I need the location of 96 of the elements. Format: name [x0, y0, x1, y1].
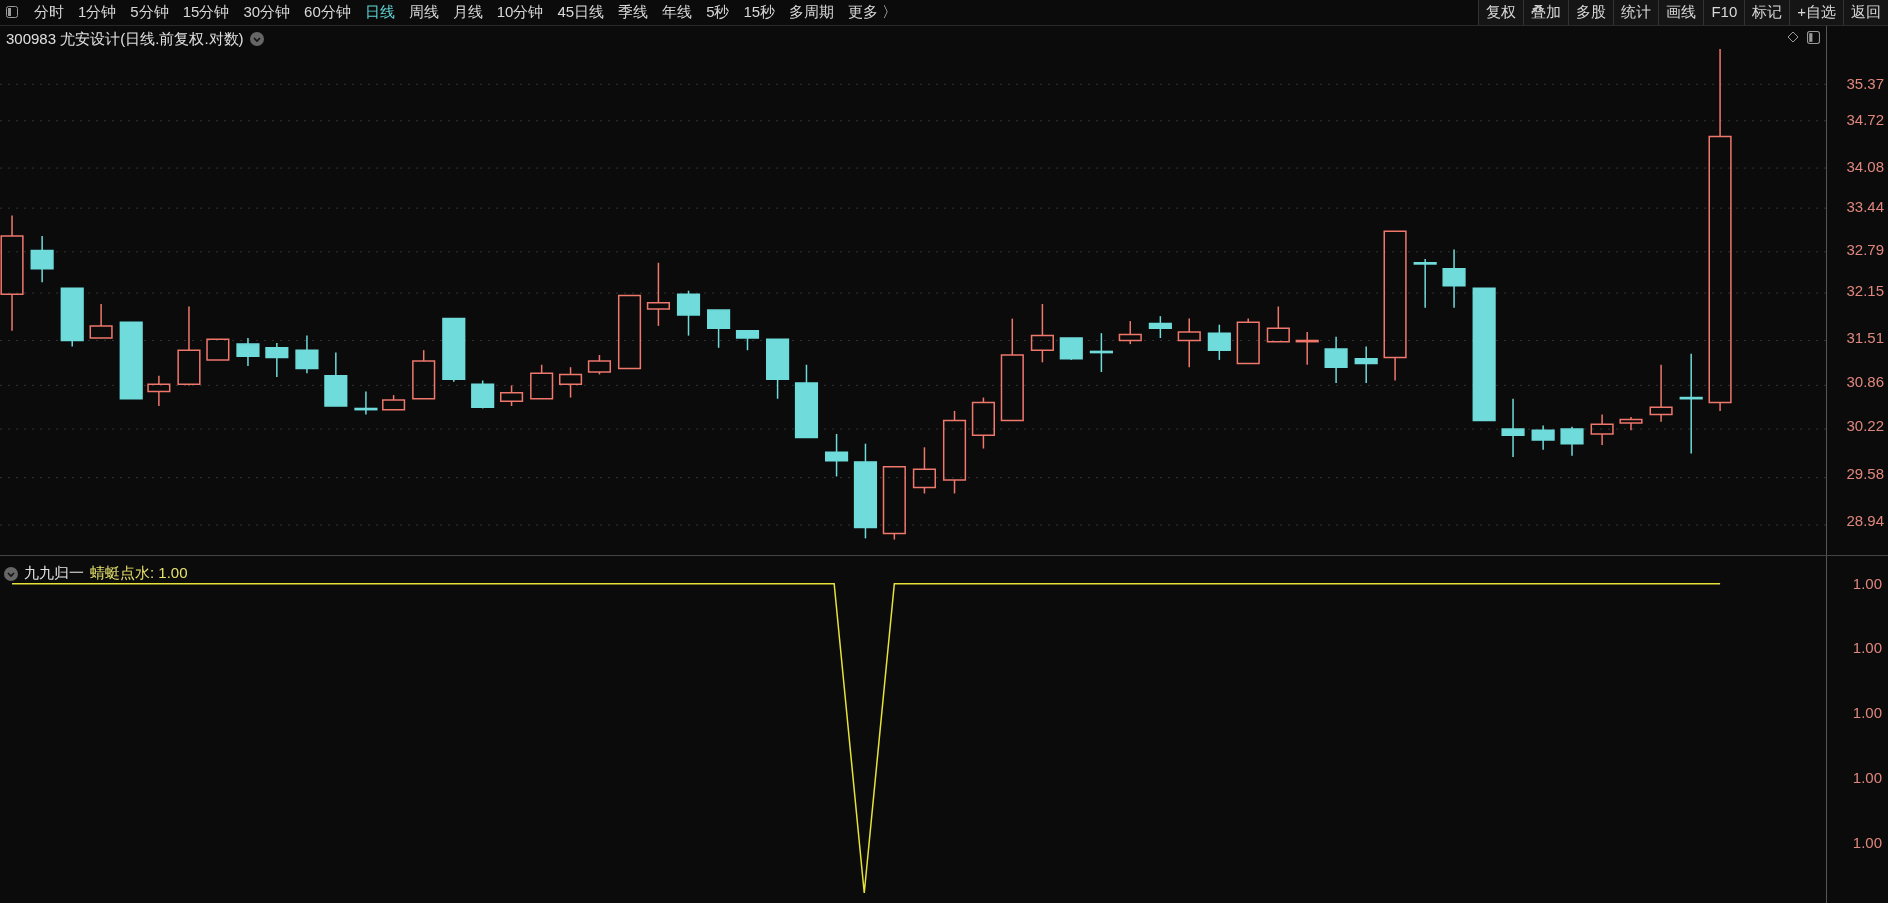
dropdown-icon[interactable] [249, 32, 264, 47]
collapse-icon[interactable] [4, 566, 18, 581]
indicator-axis-label: 1.00 [1852, 576, 1882, 592]
candlestick [1442, 248, 1466, 309]
period-tab[interactable]: 月线 [452, 1, 483, 24]
candlestick [354, 390, 378, 416]
period-tab[interactable]: 5分钟 [130, 1, 169, 24]
candlestick [206, 338, 230, 361]
period-tab[interactable]: 季线 [618, 1, 649, 24]
candlestick [971, 396, 995, 450]
period-tab[interactable]: 60分钟 [304, 1, 351, 24]
candlestick [530, 363, 554, 400]
candlestick [1413, 258, 1437, 309]
candlestick [324, 351, 348, 407]
price-axis-label: 34.72 [1846, 111, 1884, 127]
candlestick [471, 379, 495, 410]
candlestick [1501, 397, 1525, 458]
candlestick [1148, 315, 1172, 339]
panel-toggle-icon[interactable] [1807, 30, 1820, 44]
period-tab[interactable]: 5秒 [706, 1, 730, 24]
candlestick [1236, 317, 1260, 365]
toolbar-button[interactable]: F10 [1703, 0, 1745, 25]
toolbar-button[interactable]: +自选 [1789, 0, 1843, 25]
candlestick [1030, 303, 1054, 364]
toolbar-button[interactable]: 复权 [1478, 0, 1524, 25]
indicator-axis-label: 1.00 [1852, 639, 1882, 655]
candlestick [735, 329, 760, 351]
candlestick [147, 374, 171, 407]
price-axis-label: 30.86 [1846, 374, 1884, 390]
price-axis-label: 34.08 [1846, 158, 1884, 174]
candlestick [295, 334, 319, 374]
indicator-axis-label: 1.00 [1852, 834, 1882, 850]
chart-title: 300983 尤安设计(日线.前复权.对数) [6, 28, 244, 49]
candlestick [558, 366, 583, 399]
toolbar-button[interactable]: 标记 [1744, 0, 1790, 25]
toolbar-button[interactable]: 统计 [1613, 0, 1659, 25]
candlestick [766, 338, 790, 400]
candlestick [1619, 416, 1643, 432]
indicator-name: 九九归一 [24, 563, 84, 584]
period-tab[interactable]: 周线 [408, 1, 439, 24]
candlestick [442, 317, 466, 383]
candlestick [646, 262, 670, 327]
candlestick [89, 303, 113, 339]
period-tab[interactable]: 10分钟 [496, 1, 544, 24]
candlestick [1266, 305, 1290, 343]
candlestick [30, 235, 54, 283]
price-axis-label: 32.79 [1846, 241, 1884, 257]
period-tab[interactable]: 30分钟 [243, 1, 291, 24]
candlestick [1295, 331, 1319, 366]
candlestick [60, 287, 84, 348]
candlestick [707, 309, 731, 349]
price-axis-label: 30.22 [1846, 417, 1884, 433]
candlestick [1118, 320, 1142, 345]
price-axis-label: 31.51 [1846, 329, 1884, 345]
indicator-axis-label: 1.00 [1852, 704, 1882, 720]
diamond-icon[interactable] [1787, 31, 1799, 44]
panel-toggle-icon[interactable] [6, 6, 18, 19]
toolbar-button[interactable]: 返回 [1843, 0, 1888, 25]
period-tab[interactable]: 15秒 [743, 1, 776, 24]
candlestick [1560, 425, 1584, 457]
toolbar-button[interactable]: 叠加 [1523, 0, 1569, 25]
price-axis-label: 35.37 [1846, 75, 1884, 91]
candlestick [1324, 336, 1348, 384]
candlestick [912, 446, 936, 495]
candlestick [265, 342, 289, 378]
candlestick [1590, 413, 1614, 446]
candlestick [825, 433, 849, 478]
candlestick [1059, 337, 1083, 361]
period-tab[interactable]: 更多 〉 [848, 1, 898, 24]
period-tab[interactable]: 15分钟 [182, 1, 230, 24]
price-axis-label: 33.44 [1846, 198, 1884, 214]
price-axis-label: 32.15 [1846, 282, 1884, 298]
period-tab[interactable]: 45日线 [557, 1, 605, 24]
candlestick [587, 354, 611, 376]
candlestick [1354, 345, 1378, 384]
candlestick [500, 384, 524, 407]
period-tab[interactable]: 日线 [364, 1, 395, 24]
candlestick [236, 337, 260, 367]
candlestick [1177, 317, 1201, 368]
toolbar-button[interactable]: 画线 [1658, 0, 1704, 25]
candlestick [412, 349, 436, 400]
candlestick [1207, 323, 1231, 361]
period-tab[interactable]: 年线 [662, 1, 693, 24]
period-tab[interactable]: 分时 [34, 1, 64, 24]
period-tab[interactable]: 1分钟 [78, 1, 117, 24]
indicator-axis-label: 1.00 [1852, 769, 1882, 785]
price-axis-label: 28.94 [1846, 512, 1884, 528]
price-axis-label: 29.58 [1846, 465, 1884, 481]
candlestick [382, 394, 406, 411]
period-tab[interactable]: 多周期 [789, 1, 835, 24]
candlestick [1089, 332, 1113, 373]
candlestick [1649, 363, 1673, 423]
candlestick [676, 289, 701, 337]
indicator-legend: 蜻蜓点水: 1.00 [90, 562, 188, 585]
candlestick [1531, 424, 1555, 451]
toolbar-button[interactable]: 多股 [1568, 0, 1614, 25]
